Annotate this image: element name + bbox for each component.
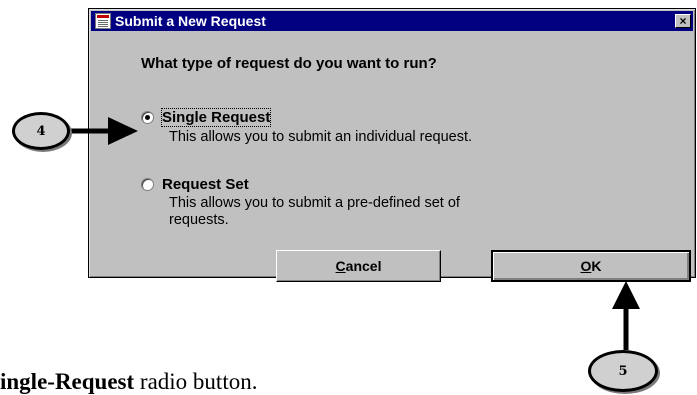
callout-arrows — [70, 117, 640, 350]
caption-rest: radio button. — [134, 369, 258, 394]
instruction-caption: ingle-Request radio button. — [0, 369, 257, 395]
arrow-to-ok-button — [612, 281, 640, 350]
arrow-to-single-request — [70, 117, 138, 145]
caption-bold: ingle-Request — [0, 369, 135, 394]
step-5-callout: 5 — [588, 350, 658, 392]
step-4-callout: 4 — [12, 112, 70, 150]
